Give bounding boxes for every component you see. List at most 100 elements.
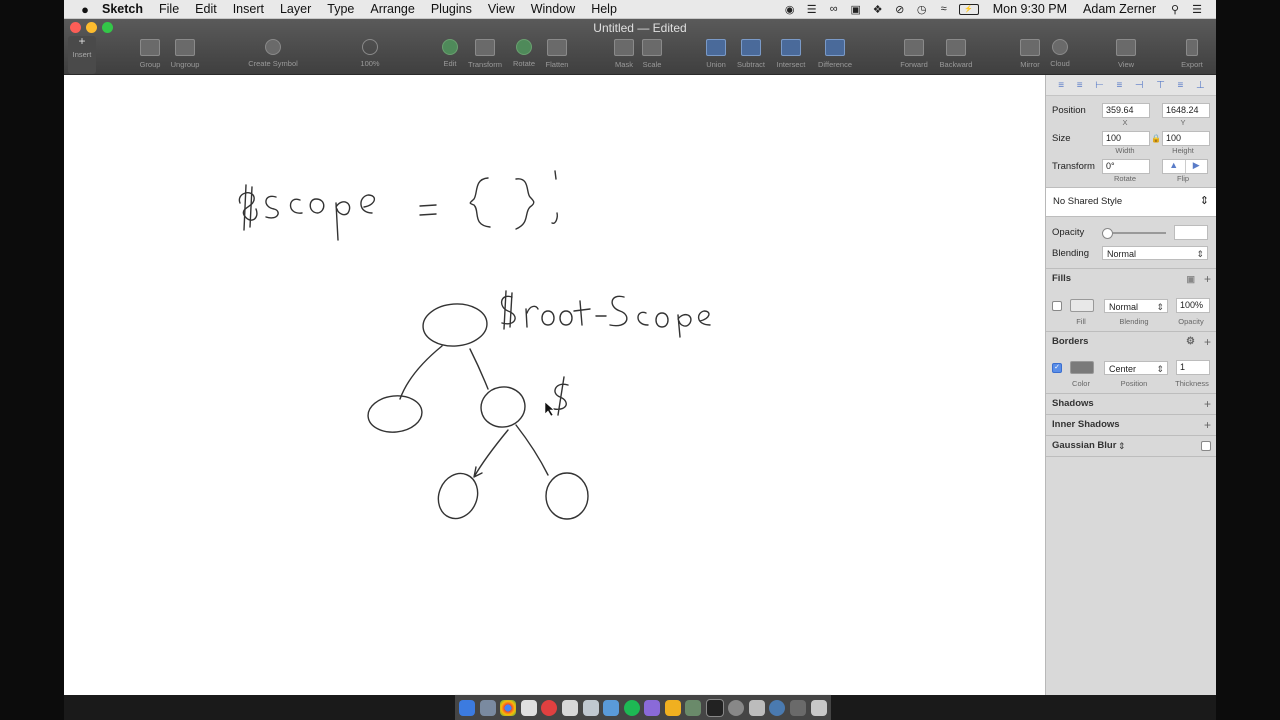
launchpad-icon[interactable] — [748, 699, 765, 716]
itunes-icon[interactable] — [644, 699, 661, 716]
quicktime-icon[interactable] — [769, 699, 786, 716]
add-inner-shadow-icon[interactable]: + — [1204, 415, 1211, 435]
position-y-field[interactable]: 1648.24 — [1162, 103, 1210, 118]
monitor-icon[interactable] — [685, 699, 702, 716]
do-not-disturb-icon[interactable]: ⊘ — [892, 3, 908, 16]
trash-icon[interactable]: ▣ — [1186, 269, 1195, 289]
dropbox-icon[interactable]: ❖ — [870, 3, 886, 16]
lock-ratio-icon[interactable]: 🔒 — [1150, 134, 1162, 143]
border-position-select[interactable]: Center — [1104, 360, 1168, 376]
height-field[interactable]: 100 — [1162, 131, 1210, 146]
scale-button[interactable]: Scale — [624, 39, 680, 69]
menu-help[interactable]: Help — [591, 2, 617, 16]
height-sublabel: Height — [1172, 146, 1194, 155]
align-middle-icon[interactable]: ≡ — [1178, 80, 1184, 91]
border-enabled-checkbox[interactable]: ✓ — [1052, 362, 1062, 373]
add-shadow-icon[interactable]: + — [1204, 394, 1211, 414]
gaussian-blur-checkbox[interactable] — [1201, 441, 1211, 451]
position-label: Position — [1052, 105, 1086, 116]
border-color-swatch[interactable] — [1070, 361, 1094, 374]
gear-icon[interactable]: ⚙ — [1186, 332, 1195, 352]
menu-edit[interactable]: Edit — [195, 2, 217, 16]
menu-window[interactable]: Window — [531, 2, 575, 16]
menu-plugins[interactable]: Plugins — [431, 2, 472, 16]
menu-clock[interactable]: Mon 9:30 PM — [993, 2, 1067, 16]
fill-blending-select[interactable]: Normal — [1104, 298, 1168, 314]
align-right-icon[interactable]: ⊣ — [1135, 80, 1144, 91]
finder-icon[interactable] — [459, 699, 476, 716]
text-edit-icon[interactable] — [562, 699, 578, 716]
sketch-icon[interactable] — [664, 699, 681, 716]
fills-section-header: Fills ▣ + — [1046, 268, 1216, 289]
tree-edge-grandchild-left — [473, 429, 509, 478]
distribute-horizontal-icon[interactable]: ≡ — [1058, 80, 1064, 91]
transform-icon — [475, 39, 495, 56]
files-icon[interactable] — [582, 699, 599, 716]
menu-insert[interactable]: Insert — [233, 2, 264, 16]
glasses-icon[interactable]: ∞ — [826, 3, 842, 15]
opacity-field[interactable] — [1174, 225, 1208, 240]
menu-arrange[interactable]: Arrange — [370, 2, 414, 16]
opera-icon[interactable] — [541, 699, 558, 716]
shared-style-select[interactable]: No Shared Style ⇕ — [1046, 187, 1216, 217]
cloud-button[interactable]: Cloud — [1032, 39, 1088, 68]
spotify-icon[interactable] — [623, 699, 640, 716]
backward-button[interactable]: Backward — [928, 39, 984, 69]
blending-select[interactable]: Normal — [1102, 246, 1208, 261]
apple-menu-icon[interactable]: ● — [78, 2, 92, 17]
tool-icon[interactable]: ☰ — [804, 3, 820, 16]
terminal-icon[interactable] — [705, 698, 724, 717]
menu-type[interactable]: Type — [327, 2, 354, 16]
menu-app-sketch[interactable]: Sketch — [102, 2, 143, 16]
battery-icon[interactable]: ⚡ — [958, 3, 979, 15]
align-top-icon[interactable]: ⊤ — [1156, 80, 1165, 91]
wifi-icon[interactable]: ≈ — [936, 3, 952, 15]
align-center-icon[interactable]: ≡ — [1116, 80, 1122, 91]
downloads-icon[interactable] — [790, 699, 807, 716]
align-left-icon[interactable]: ⊢ — [1095, 80, 1104, 91]
system-preferences-icon[interactable] — [728, 699, 745, 716]
insert-button[interactable]: + Insert — [68, 35, 96, 74]
gaussian-blur-title[interactable]: Gaussian Blur — [1052, 436, 1116, 456]
record-icon[interactable]: ◉ — [782, 3, 798, 16]
position-x-field[interactable]: 359.64 — [1102, 103, 1150, 118]
fill-color-swatch[interactable] — [1070, 299, 1094, 312]
notification-center-icon[interactable]: ☰ — [1189, 3, 1205, 16]
trash-dock-icon[interactable] — [810, 699, 827, 716]
ungroup-button[interactable]: Ungroup — [157, 39, 213, 69]
export-button[interactable]: Export — [1170, 39, 1214, 69]
menu-bar: ● Sketch File Edit Insert Layer Type Arr… — [64, 0, 1216, 19]
opacity-slider[interactable] — [1102, 227, 1166, 239]
flip-vertical-icon[interactable]: ▶ — [1186, 160, 1208, 173]
add-fill-icon[interactable]: + — [1204, 269, 1211, 289]
rotate-field[interactable]: 0° — [1102, 159, 1150, 174]
menu-view[interactable]: View — [488, 2, 515, 16]
tree-left-child-node — [367, 395, 423, 433]
fill-enabled-checkbox[interactable] — [1052, 300, 1062, 311]
zoom-control[interactable]: 100% — [342, 39, 398, 68]
spotlight-search-icon[interactable]: ⚲ — [1167, 3, 1183, 16]
menu-user[interactable]: Adam Zerner — [1083, 2, 1156, 16]
chrome-icon[interactable] — [500, 699, 517, 716]
flip-horizontal-icon[interactable]: ▲ — [1163, 160, 1186, 173]
app-store-icon[interactable] — [603, 699, 620, 716]
clock-icon[interactable]: ◷ — [914, 3, 930, 16]
width-field[interactable]: 100 — [1102, 131, 1150, 146]
calendar-icon[interactable] — [520, 699, 537, 716]
flatten-button[interactable]: Flatten — [529, 39, 585, 69]
view-button[interactable]: View — [1098, 39, 1154, 69]
align-bottom-icon[interactable]: ⊥ — [1196, 80, 1205, 91]
create-symbol-button[interactable]: Create Symbol — [245, 39, 301, 68]
opacity-slider-knob[interactable] — [1102, 227, 1113, 239]
menu-file[interactable]: File — [159, 2, 179, 16]
menu-layer[interactable]: Layer — [280, 2, 311, 16]
distribute-vertical-icon[interactable]: ≡ — [1077, 80, 1083, 91]
border-thickness-field[interactable]: 1 — [1176, 360, 1210, 375]
blur-type-chevron-icon[interactable]: ⇕ — [1118, 436, 1126, 456]
drawing-canvas[interactable] — [64, 75, 1045, 695]
preview-icon[interactable] — [479, 699, 496, 716]
add-border-icon[interactable]: + — [1204, 332, 1211, 352]
fill-opacity-field[interactable]: 100% — [1176, 298, 1210, 313]
window-icon[interactable]: ▣ — [848, 3, 864, 16]
difference-button[interactable]: Difference — [807, 39, 863, 69]
